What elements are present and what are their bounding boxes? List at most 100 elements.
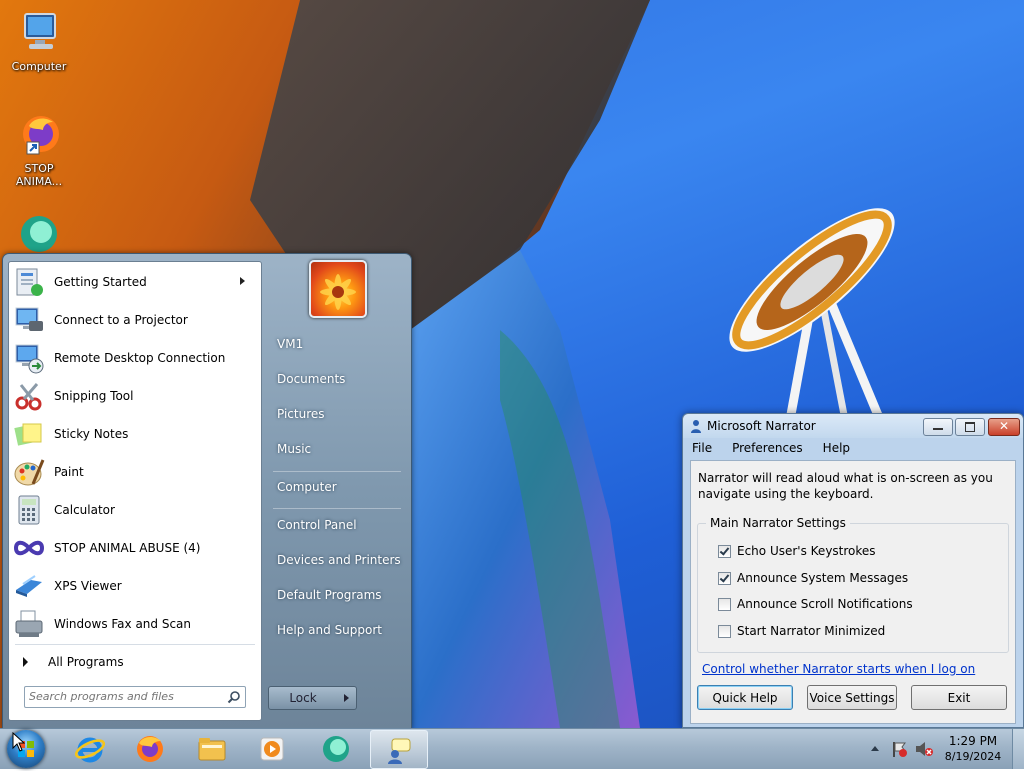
show-desktop-button[interactable]: [1012, 729, 1024, 769]
projector-icon: [13, 304, 45, 336]
start-menu: Getting Started Connect to a Projector R…: [2, 253, 412, 730]
right-item-label: Control Panel: [277, 518, 357, 532]
start-right-pictures[interactable]: Pictures: [268, 399, 406, 429]
narrator-content: Narrator will read aloud what is on-scre…: [690, 460, 1016, 724]
program-windows-fax-and-scan[interactable]: Windows Fax and Scan: [13, 606, 257, 642]
start-right-music[interactable]: Music: [268, 434, 406, 464]
lock-button[interactable]: Lock: [268, 686, 338, 710]
taskbar-media-player[interactable]: [244, 730, 300, 767]
close-button[interactable]: ✕: [988, 418, 1020, 436]
echo-keystrokes-checkbox[interactable]: Echo User's Keystrokes: [718, 544, 876, 558]
clock-date[interactable]: 8/19/2024: [942, 750, 1004, 763]
program-label: Snipping Tool: [54, 389, 134, 403]
right-item-label: Pictures: [277, 407, 325, 421]
narrator-titlebar[interactable]: Microsoft Narrator ✕: [683, 414, 1023, 438]
taskbar-app[interactable]: [308, 730, 364, 767]
narrator-icon: [388, 738, 411, 764]
all-programs-arrow-icon: [23, 657, 28, 667]
action-center-flag-icon[interactable]: [890, 740, 908, 758]
narrator-description: Narrator will read aloud what is on-scre…: [698, 471, 993, 501]
folder-icon: [198, 737, 226, 760]
menu-preferences[interactable]: Preferences: [729, 440, 806, 458]
program-sticky-notes[interactable]: Sticky Notes: [13, 416, 257, 452]
taskbar-narrator[interactable]: [370, 730, 428, 769]
right-item-label: Documents: [277, 372, 346, 386]
settings-group-title: Main Narrator Settings: [706, 516, 850, 530]
close-icon: ✕: [999, 419, 1010, 433]
checkbox-checked[interactable]: [718, 544, 731, 558]
program-label: XPS Viewer: [54, 579, 122, 593]
exit-button[interactable]: Exit: [911, 685, 1007, 710]
desktop-icon-stop-animal-abuse[interactable]: STOP ANIMA...: [1, 112, 77, 188]
start-right-default-programs[interactable]: Default Programs: [268, 580, 406, 610]
start-right-help-and-support[interactable]: Help and Support: [268, 615, 406, 645]
remote-desktop-icon: [13, 342, 45, 374]
clock-time[interactable]: 1:29 PM: [946, 734, 1000, 748]
right-item-label: VM1: [277, 337, 304, 351]
space-needle: [729, 208, 895, 422]
program-xps-viewer[interactable]: XPS Viewer: [13, 568, 257, 604]
shutdown-options-button[interactable]: [336, 686, 357, 710]
menu-bar: File Preferences Help: [689, 440, 1017, 458]
start-minimized-checkbox[interactable]: Start Narrator Minimized: [718, 624, 885, 638]
firefox-icon: [137, 735, 163, 762]
taskbar-firefox[interactable]: [122, 730, 178, 767]
scissors-icon: [13, 380, 45, 412]
taskbar-internet-explorer[interactable]: [62, 730, 118, 767]
internet-explorer-icon: [74, 737, 106, 762]
start-right-control-panel[interactable]: Control Panel: [268, 510, 406, 540]
start-right-vm1[interactable]: VM1: [268, 329, 406, 359]
lock-label: Lock: [289, 691, 317, 705]
announce-system-messages-checkbox[interactable]: Announce System Messages: [718, 571, 908, 585]
menu-file[interactable]: File: [689, 440, 715, 458]
taskbar-file-explorer[interactable]: [184, 730, 240, 767]
search-icon[interactable]: [227, 690, 241, 704]
submenu-arrow-icon: [240, 277, 245, 285]
fax-scanner-icon: [13, 608, 45, 640]
minimize-button[interactable]: [923, 418, 953, 436]
startup-settings-link[interactable]: Control whether Narrator starts when I l…: [702, 662, 975, 676]
show-hidden-icons-icon[interactable]: [870, 744, 880, 752]
program-label: Paint: [54, 465, 84, 479]
voice-settings-button[interactable]: Voice Settings: [807, 685, 897, 710]
minimize-icon: [933, 428, 943, 430]
checkbox-label: Echo User's Keystrokes: [737, 544, 876, 558]
desktop-icon-stop-label-line1: STOP: [24, 162, 54, 175]
menu-help[interactable]: Help: [820, 440, 853, 458]
user-avatar[interactable]: [309, 260, 367, 318]
start-right-computer[interactable]: Computer: [268, 472, 406, 502]
program-label: Windows Fax and Scan: [54, 617, 192, 631]
calculator-icon: [13, 494, 45, 526]
start-right-documents[interactable]: Documents: [268, 364, 406, 394]
search-box: [24, 686, 246, 708]
narrator-window: Microsoft Narrator ✕ File Preferences He…: [682, 413, 1024, 728]
start-right-devices-and-printers[interactable]: Devices and Printers: [268, 545, 406, 575]
all-programs-label: All Programs: [48, 655, 124, 669]
checkbox-checked[interactable]: [718, 571, 731, 585]
desktop-icon-computer[interactable]: Computer: [1, 10, 77, 73]
all-programs-button[interactable]: All Programs: [13, 650, 257, 674]
app-icon: [323, 735, 349, 762]
program-connect-to-projector[interactable]: Connect to a Projector: [13, 302, 257, 338]
search-input[interactable]: [25, 687, 219, 705]
program-snipping-tool[interactable]: Snipping Tool: [13, 378, 257, 414]
desktop-icon-computer-label: Computer: [11, 60, 67, 73]
sticky-notes-icon: [13, 418, 45, 450]
program-remote-desktop[interactable]: Remote Desktop Connection: [13, 340, 257, 376]
programs-separator: [15, 644, 255, 645]
start-menu-programs-pane: Getting Started Connect to a Projector R…: [8, 261, 262, 721]
program-paint[interactable]: Paint: [13, 454, 257, 490]
xps-viewer-icon: [13, 570, 45, 602]
maximize-button[interactable]: [955, 418, 985, 436]
announce-scroll-notifications-checkbox[interactable]: Announce Scroll Notifications: [718, 597, 913, 611]
program-label: Calculator: [54, 503, 115, 517]
program-calculator[interactable]: Calculator: [13, 492, 257, 528]
program-stop-animal-abuse[interactable]: STOP ANIMAL ABUSE (4): [13, 530, 257, 566]
desktop-icon-stop-label-line2: ANIMA...: [15, 175, 63, 188]
quick-help-button[interactable]: Quick Help: [697, 685, 793, 710]
checkbox-unchecked[interactable]: [718, 624, 731, 638]
right-separator: [273, 508, 401, 509]
program-getting-started[interactable]: Getting Started: [13, 264, 257, 300]
checkbox-unchecked[interactable]: [718, 597, 731, 611]
speaker-muted-icon[interactable]: [914, 740, 934, 758]
